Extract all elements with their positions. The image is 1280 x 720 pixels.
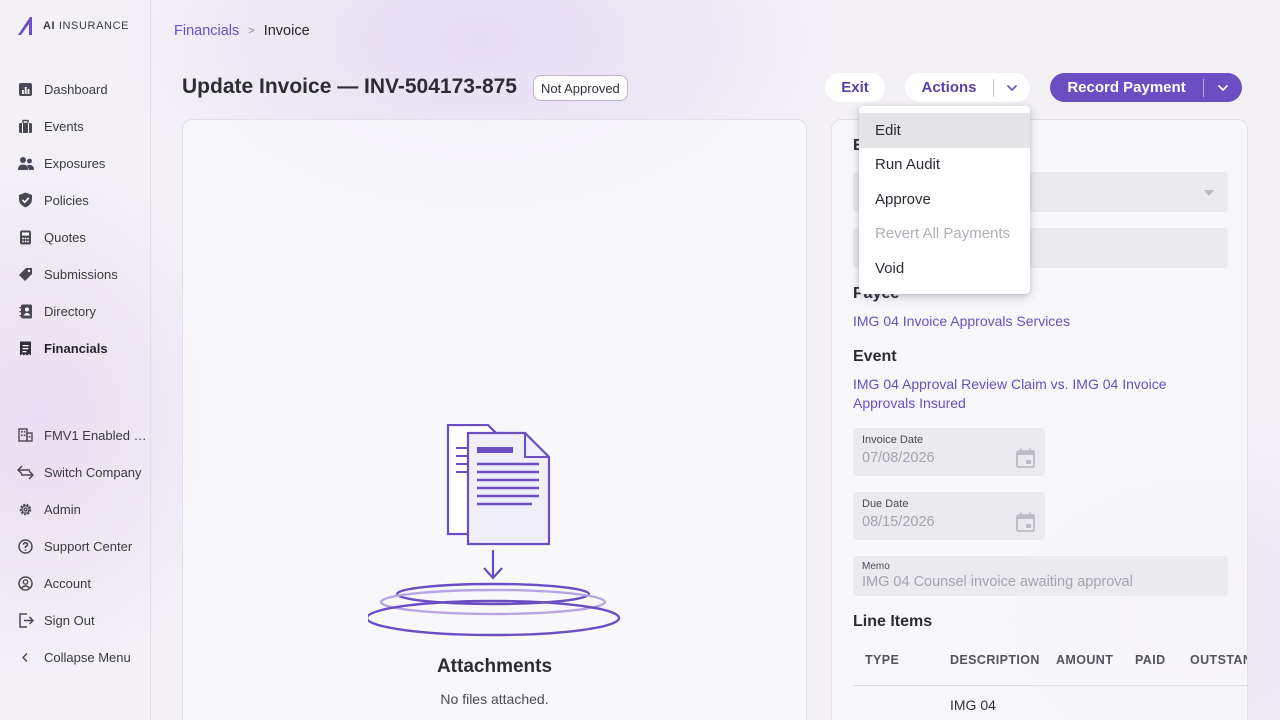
gear-icon xyxy=(17,501,34,518)
file-drop-illustration-icon xyxy=(368,424,621,637)
sidebar-item-policies[interactable]: Policies xyxy=(17,189,89,211)
chevron-left-icon xyxy=(17,649,34,666)
sidebar-item-label: Collapse Menu xyxy=(44,649,131,665)
switch-icon xyxy=(17,464,34,481)
sidebar-item-label: Financials xyxy=(44,340,108,356)
help-icon xyxy=(17,538,34,555)
sidebar-item-label: Account xyxy=(44,575,91,591)
logo-text: AI INSURANCE xyxy=(43,20,130,32)
menu-item-run-audit[interactable]: Run Audit xyxy=(859,148,1030,183)
app-logo[interactable]: AI INSURANCE xyxy=(16,16,129,36)
chart-icon xyxy=(17,81,34,98)
calendar-icon[interactable] xyxy=(1016,448,1035,468)
line-item-description: IMG 04 Counsel xyxy=(950,697,1001,720)
sidebar-item-label: Events xyxy=(44,118,84,134)
payee-link[interactable]: IMG 04 Invoice Approvals Services xyxy=(853,312,1070,331)
column-header-type[interactable]: TYPE xyxy=(865,653,899,667)
sidebar-item-quotes[interactable]: Quotes xyxy=(17,226,86,248)
chevron-down-icon[interactable] xyxy=(1204,84,1242,92)
sidebar-item-label: Admin xyxy=(44,501,81,517)
event-link[interactable]: IMG 04 Approval Review Claim vs. IMG 04 … xyxy=(853,375,1203,413)
sidebar-item-dashboard[interactable]: Dashboard xyxy=(17,78,108,100)
dropdown-arrow-icon xyxy=(1204,190,1214,196)
menu-item-edit[interactable]: Edit xyxy=(859,113,1030,148)
contact-book-icon xyxy=(17,303,34,320)
status-badge: Not Approved xyxy=(533,75,628,101)
account-icon xyxy=(17,575,34,592)
column-header-description[interactable]: DESCRIPTION xyxy=(950,653,1040,667)
sidebar-item-label: Sign Out xyxy=(44,612,95,628)
breadcrumb-financials-link[interactable]: Financials xyxy=(174,23,239,39)
due-date-value: 08/15/2026 xyxy=(862,514,935,530)
actions-button[interactable]: Actions xyxy=(905,73,1030,102)
calculator-icon xyxy=(17,229,34,246)
breadcrumb: Financials > Invoice xyxy=(174,23,310,39)
sidebar-item-label: FMV1 Enabled … xyxy=(44,427,147,443)
menu-item-approve[interactable]: Approve xyxy=(859,182,1030,217)
menu-item-revert-all-payments: Revert All Payments xyxy=(875,225,1011,243)
record-payment-button[interactable]: Record Payment xyxy=(1050,73,1242,102)
exit-button[interactable]: Exit xyxy=(825,73,885,102)
invoice-date-value: 07/08/2026 xyxy=(862,450,935,466)
actions-button-label: Actions xyxy=(921,79,977,96)
record-payment-label: Record Payment xyxy=(1067,79,1186,96)
invoice-date-label: Invoice Date xyxy=(862,434,924,446)
sidebar-item-label: Dashboard xyxy=(44,81,108,97)
sidebar-item-events[interactable]: Events xyxy=(17,115,84,137)
due-date-field[interactable]: Due Date 08/15/2026 xyxy=(853,492,1045,540)
sidebar-item-label: Quotes xyxy=(44,229,86,245)
sidebar-item-account[interactable]: Account xyxy=(17,572,91,594)
sidebar-item-switch-company[interactable]: Switch Company xyxy=(17,461,142,483)
sidebar-item-admin[interactable]: Admin xyxy=(17,498,81,520)
breadcrumb-current: Invoice xyxy=(263,23,310,39)
sidebar-item-collapse-menu[interactable]: Collapse Menu xyxy=(17,646,131,668)
logo-icon xyxy=(18,17,32,35)
briefcase-icon xyxy=(17,118,34,135)
actions-menu: Edit Run Audit Approve Revert All Payments V… xyxy=(859,106,1030,294)
invoice-date-field[interactable]: Invoice Date 07/08/2026 xyxy=(853,428,1045,476)
sign-out-icon xyxy=(17,612,34,629)
chevron-down-icon[interactable] xyxy=(994,84,1030,92)
sidebar-item-label: Exposures xyxy=(44,155,106,171)
column-header-amount[interactable]: AMOUNT xyxy=(1056,653,1113,667)
memo-label: Memo xyxy=(862,561,890,572)
line-items-heading: Line Items xyxy=(853,613,933,630)
receipt-icon xyxy=(17,340,34,357)
due-date-label: Due Date xyxy=(862,498,909,510)
sidebar-item-label: Switch Company xyxy=(44,464,142,480)
sidebar-item-exposures[interactable]: Exposures xyxy=(17,152,105,174)
sidebar-item-label: Support Center xyxy=(44,538,133,554)
tag-icon xyxy=(17,266,34,283)
calendar-icon[interactable] xyxy=(1016,512,1035,532)
table-header-divider xyxy=(853,685,1247,686)
sidebar-item-financials[interactable]: Financials xyxy=(17,337,108,359)
page-title: Update Invoice — INV-504173-875 xyxy=(182,75,517,98)
building-icon xyxy=(17,427,34,444)
sidebar-item-label: Submissions xyxy=(44,266,118,282)
attachments-panel[interactable]: Attachments No files attached. xyxy=(182,119,807,720)
attachments-title: Attachments xyxy=(436,656,553,677)
memo-field[interactable]: Memo IMG 04 Counsel invoice awaiting app… xyxy=(853,556,1228,596)
sidebar: AI INSURANCE Dashboard Events Exposures Pol… xyxy=(0,0,151,720)
sidebar-item-directory[interactable]: Directory xyxy=(17,300,96,322)
event-label: Event xyxy=(853,348,897,365)
sidebar-item-label: Policies xyxy=(44,192,89,208)
breadcrumb-separator: > xyxy=(248,25,255,37)
sidebar-item-label: Directory xyxy=(44,303,97,319)
column-header-paid[interactable]: PAID xyxy=(1135,653,1166,667)
attachments-empty-text: No files attached. xyxy=(440,691,549,707)
shield-icon xyxy=(17,192,34,209)
sidebar-item-submissions[interactable]: Submissions xyxy=(17,263,118,285)
column-header-outstanding[interactable]: OUTSTAND xyxy=(1190,653,1247,667)
sidebar-item-support-center[interactable]: Support Center xyxy=(17,535,132,557)
menu-item-void[interactable]: Void xyxy=(859,251,1030,286)
sidebar-item-sign-out[interactable]: Sign Out xyxy=(17,609,95,631)
sidebar-item-fmv1-enabled[interactable]: FMV1 Enabled … xyxy=(17,424,147,446)
people-icon xyxy=(17,155,34,172)
memo-value: IMG 04 Counsel invoice awaiting approval xyxy=(862,574,1133,590)
